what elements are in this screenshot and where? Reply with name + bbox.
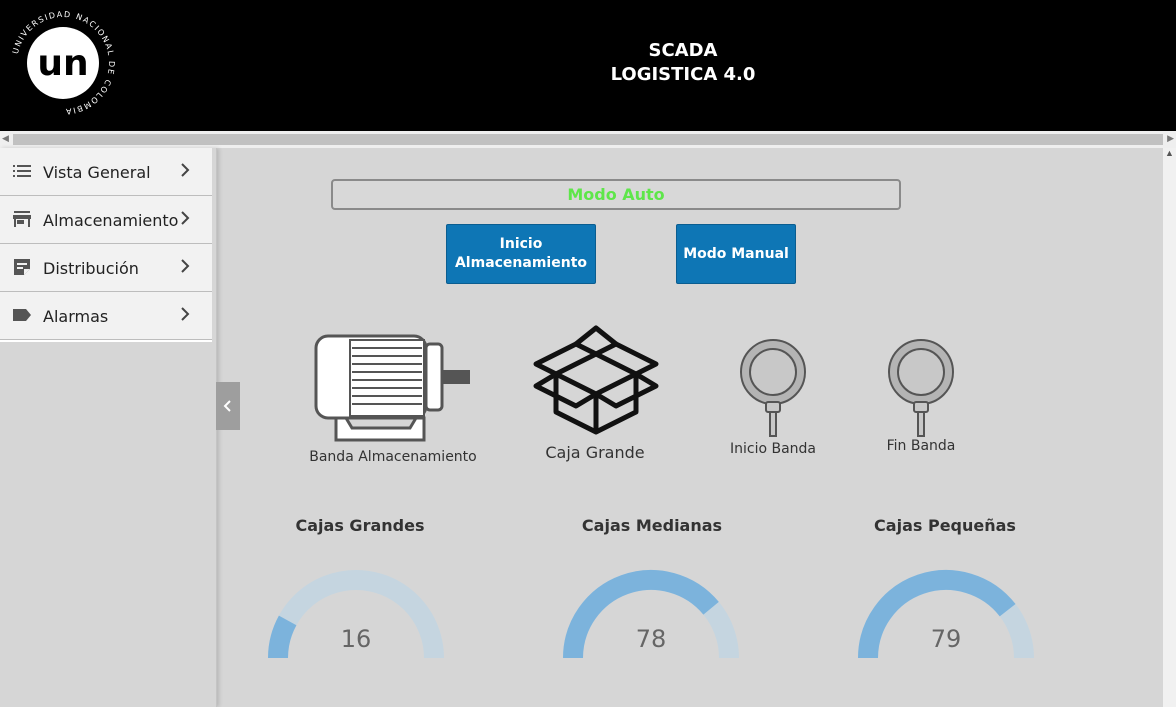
sensor-end-label: Fin Banda bbox=[886, 438, 956, 454]
gauge-value-pequenas: 79 bbox=[930, 625, 962, 653]
sensor-start-icon[interactable] bbox=[738, 338, 808, 438]
sidebar-item-label: Distribución bbox=[43, 259, 139, 278]
note-icon bbox=[14, 259, 30, 275]
sidebar-item-label: Almacenamiento bbox=[43, 211, 179, 230]
mode-status-display: Modo Auto bbox=[331, 179, 901, 210]
header-bar: un UNIVERSIDAD NACIONAL DE COLOMBIA SCAD… bbox=[0, 0, 1176, 131]
modo-manual-button[interactable]: Modo Manual bbox=[676, 224, 796, 284]
sidebar-item-label: Vista General bbox=[43, 163, 151, 182]
title-line-2: LOGISTICA 4.0 bbox=[610, 64, 756, 85]
horizontal-scroll-thumb[interactable] bbox=[13, 134, 1163, 145]
chevron-right-icon bbox=[181, 307, 190, 321]
horizontal-scrollbar[interactable]: ◀ ▶ bbox=[0, 131, 1176, 148]
inicio-almacenamiento-button[interactable]: Inicio Almacenamiento bbox=[446, 224, 596, 284]
sidebar-menu: Vista General Almacenamiento Distribució… bbox=[0, 148, 212, 342]
scroll-up-icon[interactable]: ▲ bbox=[1165, 148, 1174, 158]
gauge-value-medianas: 78 bbox=[635, 625, 667, 653]
sidebar-item-alarmas[interactable]: Alarmas bbox=[0, 292, 212, 340]
sidebar-item-almacenamiento[interactable]: Almacenamiento bbox=[0, 196, 212, 244]
label-icon bbox=[13, 309, 31, 321]
gauge-title-pequenas: Cajas Pequeñas bbox=[874, 516, 1016, 535]
sidebar-item-label: Alarmas bbox=[43, 307, 109, 326]
box-icon[interactable] bbox=[532, 324, 660, 436]
scroll-left-icon[interactable]: ◀ bbox=[2, 133, 9, 144]
chevron-left-icon bbox=[223, 400, 231, 412]
university-logo: un UNIVERSIDAD NACIONAL DE COLOMBIA bbox=[11, 10, 115, 116]
scroll-right-icon[interactable]: ▶ bbox=[1167, 133, 1174, 144]
sensor-end-icon[interactable] bbox=[886, 338, 956, 438]
store-icon bbox=[13, 211, 31, 227]
logo-mark: un bbox=[37, 43, 88, 84]
sidebar-collapse-button[interactable] bbox=[216, 382, 240, 430]
vertical-scrollbar[interactable]: ▲ bbox=[1163, 148, 1176, 707]
sidebar: Vista General Almacenamiento Distribució… bbox=[0, 148, 217, 707]
chevron-right-icon bbox=[181, 259, 190, 273]
gauge-title-medianas: Cajas Medianas bbox=[581, 516, 723, 535]
chevron-right-icon bbox=[181, 163, 190, 177]
inicio-button-line-2: Almacenamiento bbox=[454, 255, 588, 271]
sensor-start-label: Inicio Banda bbox=[729, 441, 817, 457]
sidebar-item-distribucion[interactable]: Distribución bbox=[0, 244, 212, 292]
sidebar-item-vista-general[interactable]: Vista General bbox=[0, 148, 212, 196]
motor-label: Banda Almacenamiento bbox=[309, 449, 477, 465]
gauge-value-grandes: 16 bbox=[340, 625, 372, 653]
box-label: Caja Grande bbox=[545, 443, 645, 462]
motor-icon[interactable] bbox=[312, 332, 474, 444]
chevron-right-icon bbox=[181, 211, 190, 225]
title-line-1: SCADA bbox=[648, 40, 718, 61]
inicio-button-line-1: Inicio bbox=[499, 236, 543, 252]
gauge-title-grandes: Cajas Grandes bbox=[295, 516, 425, 535]
page-title: SCADA LOGISTICA 4.0 bbox=[583, 39, 783, 87]
list-icon bbox=[13, 165, 31, 177]
